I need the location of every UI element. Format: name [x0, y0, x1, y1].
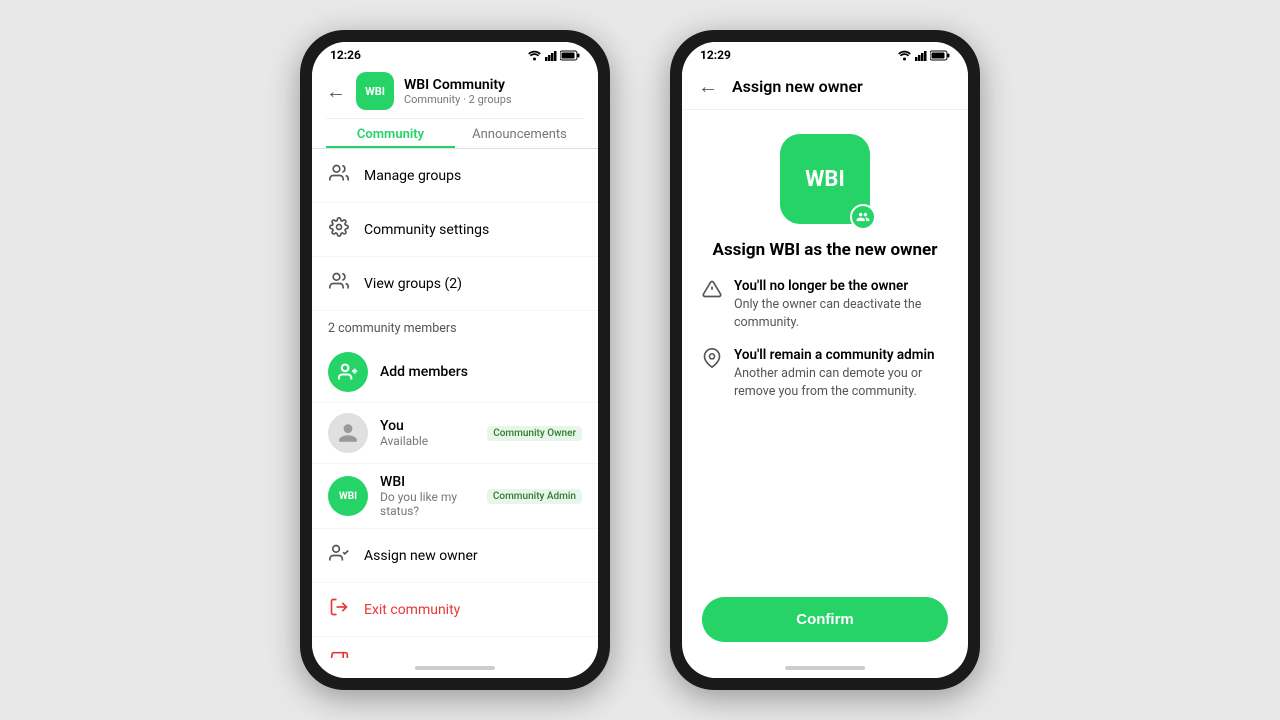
info-row-owner: You'll no longer be the owner Only the o…: [702, 278, 948, 331]
menu-item-manage-groups[interactable]: Manage groups: [312, 149, 598, 203]
phone2-time: 12:29: [700, 48, 731, 62]
assign-title: Assign WBI as the new owner: [713, 240, 938, 260]
info-desc-owner: Only the owner can deactivate the commun…: [734, 296, 948, 331]
wbi-logo-badge: [850, 204, 876, 230]
phone1-community-info: WBI Community Community · 2 groups: [404, 77, 584, 106]
member-you-info: You Available: [380, 418, 475, 448]
phone2-content: WBI Assign WBI as the new owner: [682, 110, 968, 658]
assign-owner-label: Assign new owner: [364, 548, 478, 564]
section-community-members: 2 community members: [312, 311, 598, 342]
member-you-name: You: [380, 418, 475, 434]
phone1-home-bar: [415, 666, 495, 670]
member-you-status: Available: [380, 434, 475, 448]
action-report-community[interactable]: Report community: [312, 637, 598, 658]
menu-item-view-groups[interactable]: View groups (2): [312, 257, 598, 311]
phone2-signal-icon: [915, 50, 927, 61]
assign-owner-icon: [328, 543, 350, 568]
member-wbi-name: WBI: [380, 474, 475, 490]
member-wbi-info: WBI Do you like my status?: [380, 474, 475, 518]
phone1-status-icons: [527, 50, 580, 61]
info-desc-admin: Another admin can demote you or remove y…: [734, 365, 948, 400]
member-you-badge: Community Owner: [487, 426, 582, 441]
phone1-header: ← WBI WBI Community Community · 2 groups…: [312, 64, 598, 149]
info-title-admin: You'll remain a community admin: [734, 347, 948, 363]
view-groups-icon: [328, 271, 350, 296]
community-settings-label: Community settings: [364, 222, 489, 238]
tab-announcements[interactable]: Announcements: [455, 119, 584, 148]
exit-community-icon: [328, 597, 350, 622]
add-members-item[interactable]: Add members: [312, 342, 598, 403]
member-you[interactable]: You Available Community Owner: [312, 403, 598, 464]
action-assign-owner[interactable]: Assign new owner: [312, 529, 598, 583]
signal-icon: [545, 50, 557, 61]
community-settings-icon: [328, 217, 350, 242]
wbi-logo: WBI: [780, 134, 870, 224]
tab-community[interactable]: Community: [326, 119, 455, 148]
phone-2-screen: 12:29: [682, 42, 968, 678]
info-title-owner: You'll no longer be the owner: [734, 278, 948, 294]
phone1-community-name: WBI Community: [404, 77, 584, 93]
phone2-wifi-icon: [897, 50, 912, 61]
phone2-back-button[interactable]: ←: [698, 74, 718, 99]
phone2-home-indicator: [682, 658, 968, 678]
phone2-header: ← Assign new owner: [682, 64, 968, 110]
phone-2: 12:29: [670, 30, 980, 690]
phone1-back-button[interactable]: ←: [326, 79, 346, 104]
phone2-home-bar: [785, 666, 865, 670]
battery-icon: [560, 50, 580, 61]
phone-1: 12:26: [300, 30, 610, 690]
member-wbi-badge: Community Admin: [487, 489, 582, 504]
manage-groups-icon: [328, 163, 350, 188]
phone1-time: 12:26: [330, 48, 361, 62]
member-wbi-avatar: WBI: [328, 476, 368, 516]
phone2-status-icons: [897, 50, 950, 61]
location-icon: [702, 348, 722, 373]
member-you-avatar: [328, 413, 368, 453]
phones-container: 12:26: [300, 30, 980, 690]
phone1-content: Manage groups Community settings: [312, 149, 598, 658]
wbi-logo-text: WBI: [805, 167, 845, 192]
phone1-home-indicator: [312, 658, 598, 678]
wifi-icon: [527, 50, 542, 61]
phone-1-screen: 12:26: [312, 42, 598, 678]
add-members-label: Add members: [380, 364, 468, 380]
warning-icon: [702, 279, 722, 304]
info-row-admin: You'll remain a community admin Another …: [702, 347, 948, 400]
view-groups-label: View groups (2): [364, 276, 462, 292]
confirm-button[interactable]: Confirm: [702, 597, 948, 642]
report-community-icon: [328, 651, 350, 658]
phone1-status-bar: 12:26: [312, 42, 598, 64]
add-members-icon: [328, 352, 368, 392]
info-text-owner: You'll no longer be the owner Only the o…: [734, 278, 948, 331]
member-wbi[interactable]: WBI WBI Do you like my status? Community…: [312, 464, 598, 529]
phone1-tabs: Community Announcements: [326, 118, 584, 148]
phone1-community-sub: Community · 2 groups: [404, 93, 584, 106]
phone1-community-avatar: WBI: [356, 72, 394, 110]
phone2-status-bar: 12:29: [682, 42, 968, 64]
exit-community-label: Exit community: [364, 602, 460, 618]
menu-item-community-settings[interactable]: Community settings: [312, 203, 598, 257]
phone2-title: Assign new owner: [732, 77, 863, 96]
action-exit-community[interactable]: Exit community: [312, 583, 598, 637]
member-wbi-status: Do you like my status?: [380, 490, 475, 518]
info-text-admin: You'll remain a community admin Another …: [734, 347, 948, 400]
phone2-battery-icon: [930, 50, 950, 61]
manage-groups-label: Manage groups: [364, 168, 461, 184]
